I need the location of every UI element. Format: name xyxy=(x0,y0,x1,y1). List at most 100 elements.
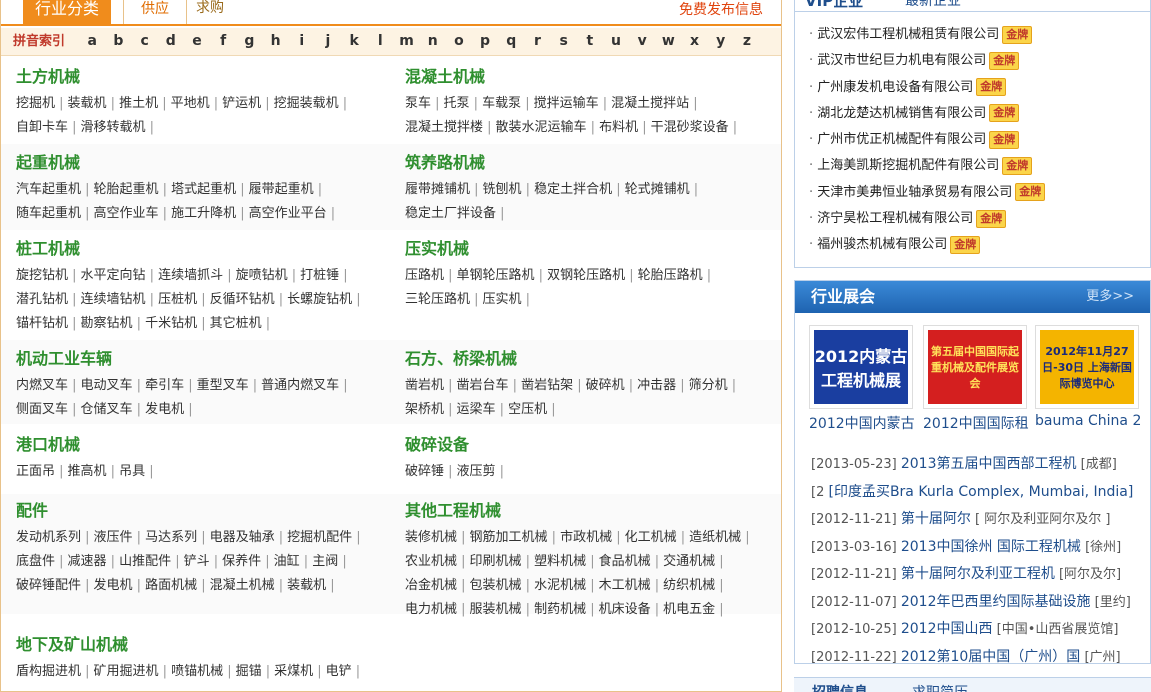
pinyin-letter-x[interactable]: x xyxy=(681,28,707,54)
category-item-link[interactable]: 挖掘装载机 xyxy=(274,92,348,116)
category-item-link[interactable]: 市政机械 xyxy=(560,526,621,550)
expo-poster[interactable]: 第五届中国国际起重机械及配件展览会 xyxy=(923,325,1027,409)
category-item-link[interactable]: 凿岩台车 xyxy=(457,374,518,398)
category-item-link[interactable]: 装修机械 xyxy=(405,526,466,550)
category-item-link[interactable]: 滑移转载机 xyxy=(81,116,155,140)
category-item-link[interactable]: 冶金机械 xyxy=(405,574,466,598)
category-item-link[interactable]: 破碎锤 xyxy=(405,460,453,484)
pinyin-letter-a[interactable]: a xyxy=(79,28,105,54)
category-item-link[interactable]: 随车起重机 xyxy=(16,202,90,226)
expo-news-item[interactable]: [2012-10-25] 2012中国山西 [中国•山西省展览馆] xyxy=(811,616,1141,644)
pinyin-letter-f[interactable]: f xyxy=(210,28,236,54)
category-item-link[interactable]: 施工升降机 xyxy=(171,202,245,226)
category-item-link[interactable]: 反循环钻机 xyxy=(210,288,284,312)
category-item-link[interactable]: 履带摊铺机 xyxy=(405,178,479,202)
pinyin-letter-v[interactable]: v xyxy=(629,28,655,54)
news-title[interactable]: 第十届阿尔及利亚工程机 xyxy=(901,566,1055,582)
category-item-link[interactable]: 食品机械 xyxy=(599,550,660,574)
category-item-link[interactable]: 干混砂浆设备 xyxy=(651,116,738,140)
pinyin-letter-y[interactable]: y xyxy=(708,28,734,54)
category-title[interactable]: 石方、桥梁机械 xyxy=(405,348,775,370)
category-item-link[interactable]: 双钢轮压路机 xyxy=(547,264,634,288)
category-item-link[interactable]: 液压剪 xyxy=(457,460,505,484)
category-item-link[interactable]: 布料机 xyxy=(599,116,647,140)
category-item-link[interactable]: 钢筋加工机械 xyxy=(470,526,557,550)
category-item-link[interactable]: 电力机械 xyxy=(405,598,466,622)
vip-company-name[interactable]: 天津市美弗恒业轴承贸易有限公司 xyxy=(817,185,1012,200)
category-item-link[interactable]: 托泵 xyxy=(444,92,479,116)
category-item-link[interactable]: 凿岩钻架 xyxy=(521,374,582,398)
category-item-link[interactable]: 路面机械 xyxy=(145,574,206,598)
category-item-link[interactable]: 保养件 xyxy=(222,550,270,574)
pinyin-letter-k[interactable]: k xyxy=(341,28,367,54)
category-item-link[interactable]: 吊具 xyxy=(119,460,154,484)
pinyin-letter-p[interactable]: p xyxy=(472,28,498,54)
category-item-link[interactable]: 牵引车 xyxy=(145,374,193,398)
pinyin-letter-m[interactable]: m xyxy=(393,28,419,54)
category-item-link[interactable]: 汽车起重机 xyxy=(16,178,90,202)
expo-news-item[interactable]: [2 [印度孟买Bra Kurla Complex, Mumbai, India… xyxy=(811,479,1141,507)
free-post-link[interactable]: 免费发布信息 xyxy=(679,0,763,22)
category-item-link[interactable]: 机电五金 xyxy=(663,598,724,622)
category-item-link[interactable]: 造纸机械 xyxy=(689,526,750,550)
category-item-link[interactable]: 三轮压路机 xyxy=(405,288,479,312)
category-title[interactable]: 其他工程机械 xyxy=(405,500,775,522)
category-item-link[interactable]: 千米钻机 xyxy=(145,312,206,336)
category-item-link[interactable]: 挖掘机 xyxy=(16,92,64,116)
category-title[interactable]: 筑养路机械 xyxy=(405,152,775,174)
tab-resume[interactable]: 求职简历 xyxy=(912,682,968,692)
category-item-link[interactable]: 油缸 xyxy=(274,550,309,574)
category-item-link[interactable]: 散装水泥运输车 xyxy=(496,116,596,140)
category-item-link[interactable]: 喷锚机械 xyxy=(171,660,232,684)
category-item-link[interactable]: 轮式摊铺机 xyxy=(625,178,699,202)
category-item-link[interactable]: 轮胎压路机 xyxy=(638,264,712,288)
vip-company-name[interactable]: 武汉市世纪巨力机电有限公司 xyxy=(817,53,986,68)
vip-company-item[interactable]: 上海美凯斯挖掘机配件有限公司金牌 xyxy=(809,153,1045,179)
expo-news-item[interactable]: [2012-11-21] 第十届阿尔 [ 阿尔及利亚阿尔及尔 ] xyxy=(811,506,1141,534)
pinyin-letter-r[interactable]: r xyxy=(524,28,550,54)
category-item-link[interactable]: 架桥机 xyxy=(405,398,453,422)
category-title[interactable]: 桩工机械 xyxy=(16,238,386,260)
vip-company-item[interactable]: 武汉市世纪巨力机电有限公司金牌 xyxy=(809,48,1045,74)
category-item-link[interactable]: 高空作业平台 xyxy=(249,202,336,226)
pinyin-letter-u[interactable]: u xyxy=(603,28,629,54)
pinyin-letter-t[interactable]: t xyxy=(577,28,603,54)
vip-company-item[interactable]: 广州市优正机械配件有限公司金牌 xyxy=(809,127,1045,153)
category-item-link[interactable]: 推高机 xyxy=(68,460,116,484)
vip-company-item[interactable]: 广州康发机电设备有限公司金牌 xyxy=(809,75,1045,101)
category-item-link[interactable]: 高空作业车 xyxy=(94,202,168,226)
category-item-link[interactable]: 破碎机 xyxy=(586,374,634,398)
vip-company-name[interactable]: 上海美凯斯挖掘机配件有限公司 xyxy=(817,158,999,173)
category-item-link[interactable]: 山推配件 xyxy=(119,550,180,574)
pinyin-letter-b[interactable]: b xyxy=(105,28,131,54)
category-item-link[interactable]: 筛分机 xyxy=(689,374,737,398)
vip-company-item[interactable]: 天津市美弗恒业轴承贸易有限公司金牌 xyxy=(809,180,1046,206)
category-item-link[interactable]: 连续墙抓斗 xyxy=(158,264,232,288)
vip-company-item[interactable]: 武汉宏伟工程机械租赁有限公司金牌 xyxy=(809,22,1045,48)
category-item-link[interactable]: 勘察钻机 xyxy=(81,312,142,336)
category-item-link[interactable]: 印刷机械 xyxy=(470,550,531,574)
category-item-link[interactable]: 其它桩机 xyxy=(210,312,271,336)
vip-company-name[interactable]: 湖北龙楚达机械销售有限公司 xyxy=(817,106,986,121)
category-item-link[interactable]: 旋挖钻机 xyxy=(16,264,77,288)
expo-poster[interactable]: 2012年11月27日-30日 上海新国际博览中心 xyxy=(1035,325,1139,409)
category-item-link[interactable]: 液压件 xyxy=(94,526,142,550)
vip-company-name[interactable]: 广州市优正机械配件有限公司 xyxy=(817,132,986,147)
category-item-link[interactable]: 重型叉车 xyxy=(197,374,258,398)
pinyin-letter-s[interactable]: s xyxy=(551,28,577,54)
category-item-link[interactable]: 正面吊 xyxy=(16,460,64,484)
news-title[interactable]: 2012第10届中国（广州）国 xyxy=(901,649,1080,665)
category-item-link[interactable]: 普通内燃叉车 xyxy=(261,374,348,398)
category-item-link[interactable]: 制药机械 xyxy=(534,598,595,622)
category-item-link[interactable]: 铣刨机 xyxy=(483,178,531,202)
vip-company-name[interactable]: 广州康发机电设备有限公司 xyxy=(817,80,973,95)
category-item-link[interactable]: 机床设备 xyxy=(599,598,660,622)
category-item-link[interactable]: 凿岩机 xyxy=(405,374,453,398)
vip-company-item[interactable]: 福州骏杰机械有限公司金牌 xyxy=(809,232,1045,258)
news-title[interactable]: [印度孟买Bra Kurla Complex, Mumbai, India] xyxy=(828,484,1133,500)
pinyin-letter-j[interactable]: j xyxy=(315,28,341,54)
category-title[interactable]: 混凝土机械 xyxy=(405,66,775,88)
category-item-link[interactable]: 推土机 xyxy=(119,92,167,116)
vip-company-item[interactable]: 济宁昊松工程机械有限公司金牌 xyxy=(809,206,1045,232)
category-title[interactable]: 土方机械 xyxy=(16,66,386,88)
